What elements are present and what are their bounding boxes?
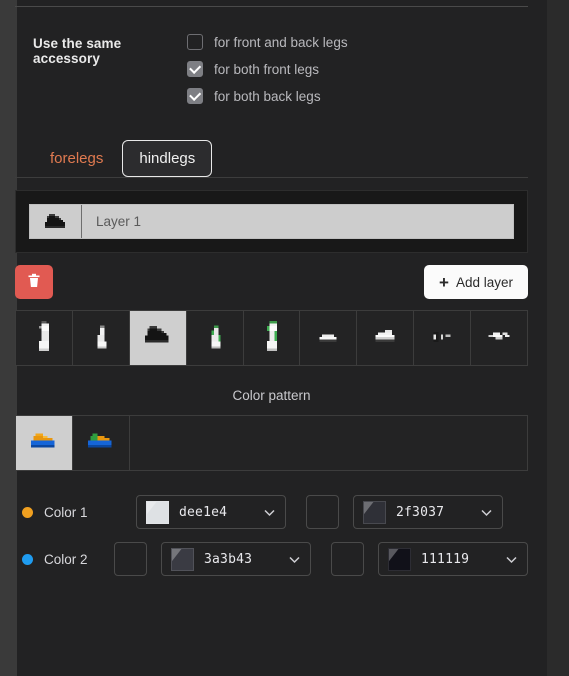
- color-2-right-value: 111119: [421, 551, 470, 567]
- sprite-option-sock-tall-green[interactable]: [243, 311, 301, 365]
- color-1-right-dropdown[interactable]: 2f3037: [353, 495, 503, 529]
- color-1-left-dropdown[interactable]: dee1e4: [136, 495, 286, 529]
- sock-short-white-icon: [93, 323, 109, 354]
- accessory-checkbox-group: for front and back legs for both front l…: [187, 25, 348, 104]
- color-2-right-empty-box[interactable]: [331, 542, 364, 576]
- sock-short-green-icon: [207, 323, 223, 354]
- legs-tabs: forelegs hindlegs: [15, 131, 528, 177]
- color-row-2: Color 2 3a3b43 111119: [15, 542, 528, 576]
- color-1-left-swatch: [146, 500, 169, 524]
- checkbox-front-and-back-legs[interactable]: [187, 34, 203, 50]
- add-layer-label: Add layer: [455, 274, 513, 290]
- color-pattern-option-orange-blue[interactable]: [16, 416, 73, 470]
- horseshoe-icon: [486, 329, 512, 347]
- sprite-option-sock-short-green[interactable]: [186, 311, 244, 365]
- chevron-down-icon[interactable]: [288, 553, 301, 566]
- layer-list: Layer 1: [15, 190, 528, 253]
- sprite-option-horseshoe[interactable]: [471, 311, 528, 365]
- color-2-left-dropdown[interactable]: 3a3b43: [161, 542, 311, 576]
- color-2-label: Color 2: [44, 551, 88, 567]
- layer-list-item[interactable]: Layer 1: [29, 204, 514, 239]
- trash-icon: [27, 273, 41, 292]
- tab-forelegs[interactable]: forelegs: [33, 140, 120, 177]
- sprite-option-shoe-small[interactable]: [300, 311, 358, 365]
- pattern-green-orange-blue-icon: [88, 431, 114, 455]
- panel-content: Use the same accessory for front and bac…: [15, 0, 528, 576]
- checkbox-row-front-and-back-legs[interactable]: for front and back legs: [187, 34, 348, 50]
- accessory-section-label: Use the same accessory: [33, 36, 122, 66]
- color-1-dot: [22, 506, 33, 518]
- sprite-option-shoe-medium[interactable]: [357, 311, 415, 365]
- color-2-left-swatch: [171, 547, 194, 571]
- settings-panel: Use the same accessory for front and bac…: [0, 0, 569, 676]
- right-edge-strip: [547, 0, 569, 676]
- checkbox-row-both-back-legs[interactable]: for both back legs: [187, 88, 348, 104]
- checkbox-row-both-front-legs[interactable]: for both front legs: [187, 61, 348, 77]
- sprite-option-sock-tall-white[interactable]: [16, 311, 73, 365]
- checkbox-label-front-and-back-legs: for front and back legs: [214, 34, 348, 50]
- plus-icon: +: [439, 272, 449, 292]
- shoe-small-icon: [317, 329, 339, 347]
- chevron-down-icon[interactable]: [480, 506, 493, 519]
- color-pattern-empty-area: [130, 416, 527, 470]
- legs-tabs-section: forelegs hindlegs: [15, 131, 528, 178]
- tabs-underline: [15, 177, 528, 178]
- layer-actions: + Add layer: [15, 265, 528, 299]
- color-2-dot: [22, 553, 33, 565]
- checkbox-both-back-legs[interactable]: [187, 88, 203, 104]
- accessory-sprite-toolbar: [15, 310, 528, 366]
- delete-layer-button[interactable]: [15, 265, 53, 299]
- color-2-right-dropdown[interactable]: 111119: [378, 542, 528, 576]
- sock-tall-white-icon: [34, 320, 54, 356]
- color-1-left-value: dee1e4: [179, 504, 228, 520]
- color-1-right-swatch: [363, 500, 386, 524]
- color-1-right-empty-box[interactable]: [306, 495, 339, 529]
- color-2-right-swatch: [388, 547, 411, 571]
- add-layer-button[interactable]: + Add layer: [424, 265, 528, 299]
- color-pattern-option-green-orange-blue[interactable]: [73, 416, 130, 470]
- chevron-down-icon[interactable]: [263, 506, 276, 519]
- boot-white-icon: [144, 326, 171, 350]
- chevron-down-icon[interactable]: [505, 553, 518, 566]
- hoof-ring-icon: [431, 329, 453, 347]
- accessory-section: Use the same accessory for front and bac…: [15, 7, 528, 104]
- checkbox-label-both-front-legs: for both front legs: [214, 61, 320, 77]
- color-row-1: Color 1 dee1e4 2f3037: [15, 495, 528, 529]
- sprite-option-boot-white[interactable]: [129, 311, 187, 365]
- color-1-right-value: 2f3037: [396, 504, 445, 520]
- checkbox-label-both-back-legs: for both back legs: [214, 88, 321, 104]
- color-2-left-value: 3a3b43: [204, 551, 253, 567]
- sock-tall-green-icon: [262, 320, 282, 356]
- color-pattern-toolbar: [15, 415, 528, 471]
- checkbox-both-front-legs[interactable]: [187, 61, 203, 77]
- sprite-option-hoof-ring[interactable]: [414, 311, 472, 365]
- shoe-medium-icon: [373, 329, 397, 347]
- pattern-orange-blue-icon: [31, 431, 57, 455]
- tab-hindlegs[interactable]: hindlegs: [122, 140, 213, 177]
- color-1-label: Color 1: [44, 504, 88, 520]
- boot-sprite-icon: [30, 205, 82, 238]
- color-2-left-empty-box[interactable]: [114, 542, 147, 576]
- layer-name-label[interactable]: Layer 1: [82, 205, 513, 238]
- color-pattern-title: Color pattern: [232, 388, 311, 403]
- sprite-option-sock-short-white[interactable]: [72, 311, 130, 365]
